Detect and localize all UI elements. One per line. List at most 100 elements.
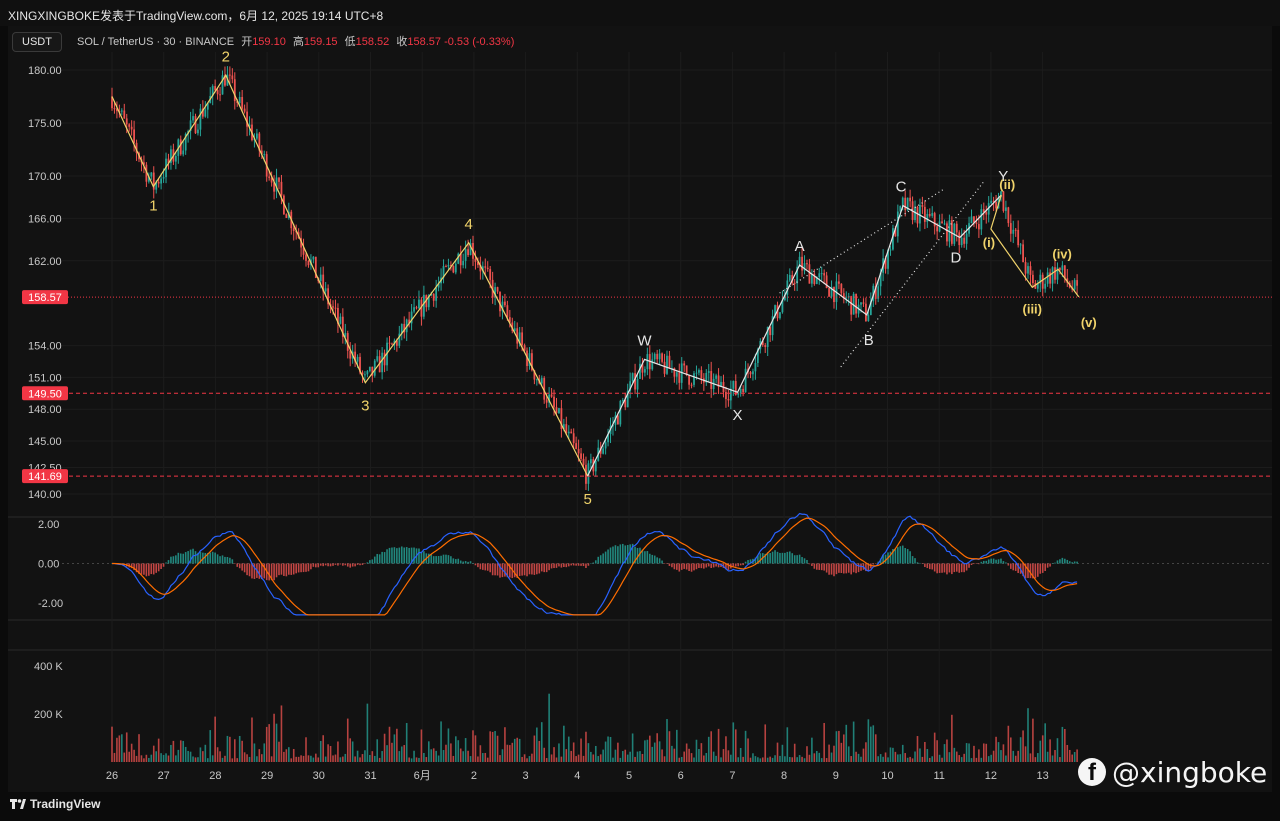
macd-histogram-bar	[1064, 558, 1066, 564]
macd-histogram-bar	[997, 559, 1000, 564]
volume-bar	[491, 731, 494, 762]
macd-histogram-bar	[985, 560, 988, 564]
volume-bar	[489, 731, 491, 762]
price-chart[interactable]: 26 27 28 29 30 31 6月 2 3 4 5 6 7 8 9 10 11 12 13180.00175.…	[0, 0, 1280, 821]
candle-body	[1059, 267, 1061, 271]
volume-bar	[148, 757, 150, 762]
x-tick-label: 29	[261, 770, 273, 782]
macd-histogram-bar	[172, 556, 175, 564]
candle-body	[631, 373, 634, 382]
candle-body	[850, 296, 853, 315]
volume-bar	[963, 753, 965, 762]
volume-bar	[405, 723, 408, 762]
volume-bar	[292, 748, 295, 762]
macd-histogram-bar	[175, 555, 177, 564]
volume-bar	[206, 758, 209, 762]
candle-body	[219, 94, 221, 96]
volume-bar	[251, 717, 253, 762]
macd-histogram-bar	[830, 563, 833, 575]
macd-histogram-bar	[715, 563, 717, 567]
tradingview-logo[interactable]: TradingView	[10, 797, 100, 811]
volume-bar	[216, 747, 219, 762]
volume-bar	[597, 756, 600, 762]
volume-bar	[511, 742, 514, 762]
volume-bar	[685, 743, 688, 762]
candle-body	[820, 273, 823, 275]
volume-bar	[521, 756, 523, 762]
currency-button[interactable]: USDT	[12, 32, 62, 52]
candle-body	[231, 75, 234, 80]
candle-body	[553, 396, 555, 408]
macd-histogram-bar	[1014, 563, 1017, 571]
candle-body	[916, 206, 919, 224]
x-tick-label: 13	[1036, 770, 1048, 782]
macd-histogram-bar	[536, 563, 538, 575]
volume-bar	[948, 752, 951, 762]
volume-bar	[536, 727, 538, 762]
volume-bar	[943, 744, 946, 762]
candle-body	[788, 274, 791, 281]
candle-body	[1073, 280, 1076, 290]
volume-bar	[113, 752, 116, 762]
candle-body	[418, 299, 420, 309]
macd-histogram-bar	[909, 551, 911, 564]
macd-histogram-bar	[926, 563, 929, 569]
volume-bar	[202, 751, 204, 762]
macd-histogram-bar	[442, 554, 445, 564]
candle-body	[742, 388, 745, 393]
volume-bar	[752, 753, 754, 762]
candle-body	[241, 97, 244, 109]
candle-body	[744, 368, 747, 393]
volume-bar	[803, 758, 806, 762]
candle-body	[1002, 191, 1005, 211]
candle-body	[862, 302, 865, 304]
macd-histogram-bar	[231, 559, 234, 564]
wave-label: 2	[222, 48, 230, 65]
volume-bar	[528, 756, 531, 762]
volume-bar	[892, 747, 894, 762]
tradingview-logo-text: TradingView	[30, 797, 101, 811]
macd-histogram-bar	[545, 563, 548, 573]
candle-body	[589, 459, 592, 464]
volume-bar	[978, 749, 980, 762]
volume-bar	[904, 753, 907, 762]
macd-histogram-bar	[391, 547, 393, 564]
volume-bar	[609, 736, 612, 762]
y-tick-label: 175.00	[28, 118, 62, 130]
volume-bar	[1066, 744, 1069, 762]
macd-histogram-bar	[1034, 563, 1037, 579]
macd-histogram-bar	[268, 563, 270, 581]
macd-histogram-bar	[432, 556, 435, 564]
volume-bar	[901, 744, 904, 762]
volume-bar	[774, 755, 776, 762]
macd-histogram-bar	[580, 563, 582, 566]
volume-bar	[162, 754, 165, 762]
macd-histogram-bar	[295, 563, 297, 574]
volume-bar	[329, 746, 332, 762]
macd-histogram-bar	[776, 551, 779, 564]
candle-body	[324, 288, 327, 292]
volume-bar	[688, 748, 690, 762]
candle-body	[661, 353, 663, 362]
volume-bar	[1054, 750, 1056, 762]
volume-bar	[150, 754, 153, 762]
volume-bar	[990, 754, 992, 762]
macd-histogram-bar	[1037, 563, 1039, 577]
volume-bar	[469, 756, 472, 762]
volume-bar	[941, 757, 943, 762]
volume-bar	[386, 745, 388, 762]
candle-body	[278, 177, 280, 182]
macd-histogram-bar	[732, 563, 735, 567]
macd-histogram-bar	[322, 563, 324, 567]
macd-histogram-bar	[889, 551, 892, 564]
volume-bar	[1024, 746, 1027, 762]
volume-bar	[1071, 754, 1073, 762]
candle-body	[545, 399, 548, 403]
volume-bar	[894, 751, 897, 762]
volume-bar	[882, 756, 884, 762]
macd-histogram-bar	[978, 563, 980, 565]
candle-body	[1007, 207, 1010, 224]
candle-body	[447, 264, 450, 267]
macd-histogram-bar	[280, 563, 283, 575]
macd-histogram-bar	[567, 563, 570, 567]
